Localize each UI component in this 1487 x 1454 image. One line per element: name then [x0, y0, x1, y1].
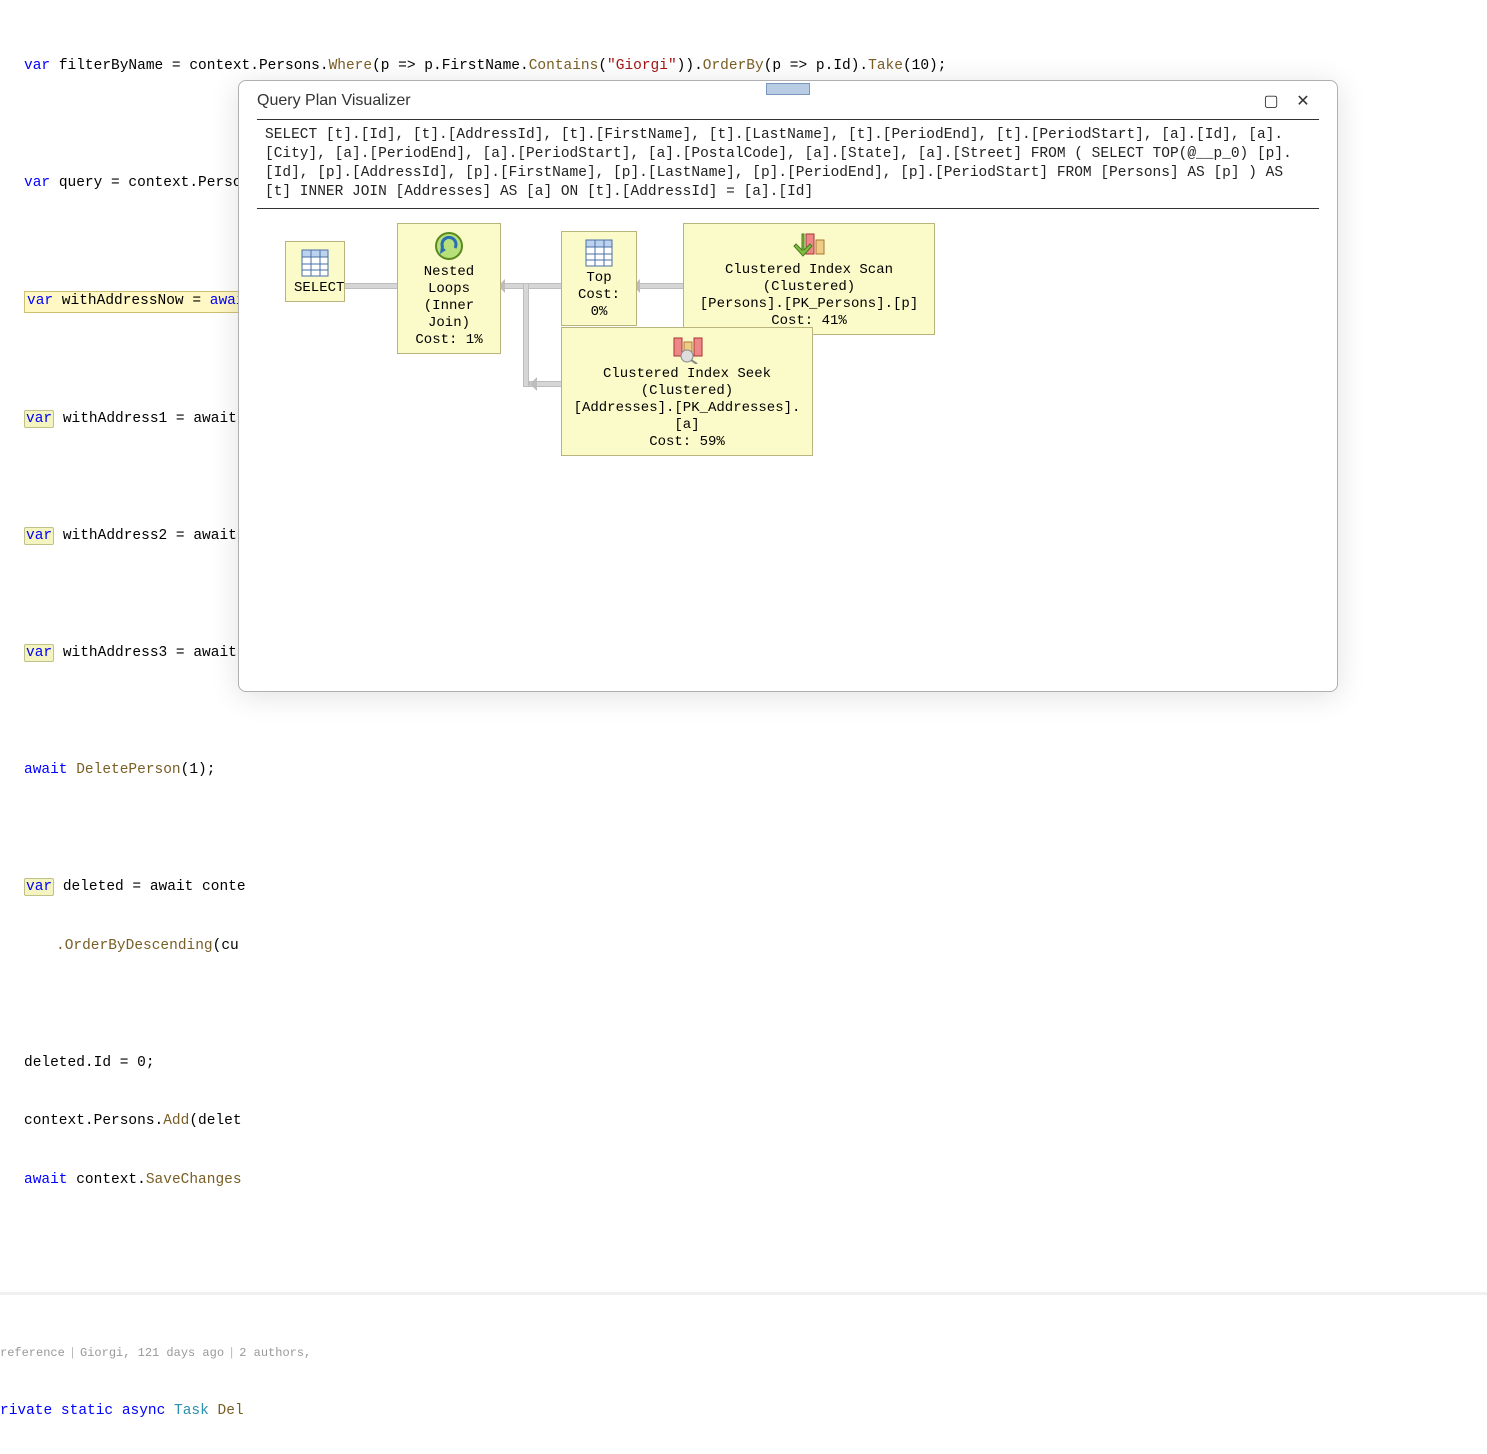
kw: var: [24, 58, 50, 74]
sql-text: SELECT [t].[Id], [t].[AddressId], [t].[F…: [257, 119, 1319, 209]
popup-title: Query Plan Visualizer: [257, 92, 1255, 110]
index-seek-icon: [670, 334, 704, 364]
table-icon: [300, 248, 330, 278]
plan-connector: [523, 283, 529, 387]
plan-node-label: Nested Loops: [406, 264, 492, 298]
plan-node-label: Clustered Index Seek (Clustered): [570, 366, 804, 400]
maximize-button[interactable]: ▢: [1255, 91, 1287, 111]
codelens[interactable]: reference|Giorgi, 121 days ago|2 authors…: [0, 1344, 1487, 1364]
plan-node-label: SELECT: [294, 280, 344, 296]
plan-connector: [632, 283, 684, 289]
table-icon: [584, 238, 614, 268]
highlighted-current-line: var withAddressNow = await: [24, 291, 256, 313]
plan-connector: [529, 381, 563, 387]
plan-node-label: Top: [570, 270, 628, 287]
plan-node-nested-loops[interactable]: Nested Loops (Inner Join) Cost: 1%: [397, 223, 501, 354]
plan-node-index-seek[interactable]: Clustered Index Seek (Clustered) [Addres…: [561, 327, 813, 456]
close-button[interactable]: ✕: [1287, 91, 1319, 111]
plan-connector: [337, 283, 399, 289]
nested-loops-icon: [433, 230, 465, 262]
index-scan-icon: [792, 230, 826, 260]
plan-connector: [497, 283, 563, 289]
query-plan-visualizer-popup[interactable]: Query Plan Visualizer ▢ ✕ SELECT [t].[Id…: [238, 80, 1338, 692]
plan-node-index-scan[interactable]: Clustered Index Scan (Clustered) [Person…: [683, 223, 935, 335]
plan-node-label: Clustered Index Scan (Clustered): [692, 262, 926, 296]
var-name: filterByName: [59, 58, 163, 74]
plan-node-select[interactable]: SELECT: [285, 241, 345, 302]
plan-node-top[interactable]: Top Cost: 0%: [561, 231, 637, 326]
popup-drag-handle[interactable]: [766, 83, 810, 95]
execution-plan-canvas[interactable]: SELECT Nested Loops (Inner Join) Cost: 1…: [257, 215, 1319, 677]
